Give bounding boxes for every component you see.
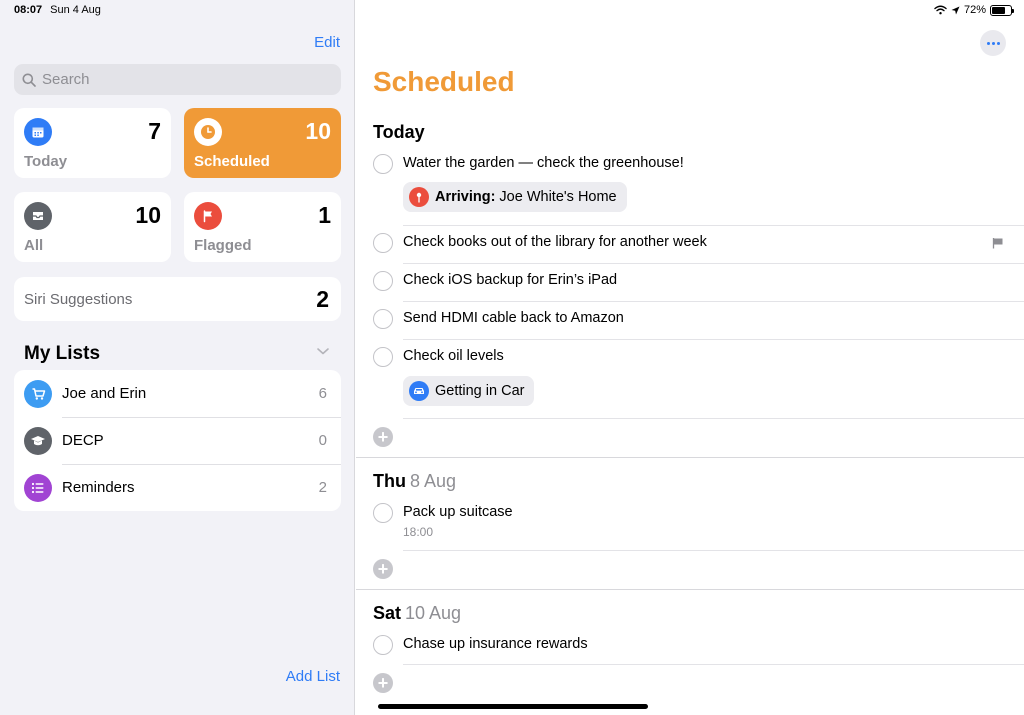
complete-checkbox[interactable] — [373, 154, 393, 174]
calendar-icon — [24, 118, 52, 146]
scheduled-label: Scheduled — [194, 153, 270, 170]
smart-list-scheduled[interactable]: 10 Scheduled — [184, 108, 341, 178]
more-dot — [996, 41, 1000, 45]
list-count: 2 — [318, 479, 327, 496]
divider — [403, 550, 1024, 551]
complete-checkbox[interactable] — [373, 309, 393, 329]
divider — [403, 263, 1024, 264]
status-time: 08:07 — [14, 4, 43, 16]
today-count: 7 — [148, 118, 161, 144]
battery-icon — [990, 4, 1014, 16]
today-label: Today — [24, 153, 68, 170]
section-day: Sat — [373, 603, 402, 623]
reminder-title: Water the garden — check the greenhouse! — [403, 155, 684, 171]
edit-button[interactable]: Edit — [314, 34, 340, 51]
battery-percent: 72% — [963, 4, 986, 16]
section-header-today: Today — [373, 122, 425, 143]
reminder-title: Check iOS backup for Erin’s iPad — [403, 272, 618, 288]
my-lists-heading: My Lists — [24, 343, 101, 364]
list-item-decp[interactable]: DECP 0 — [14, 417, 341, 464]
complete-checkbox[interactable] — [373, 503, 393, 523]
search-field[interactable]: Search — [14, 64, 341, 95]
flag-icon — [992, 238, 1003, 249]
status-bar-right: 72% — [934, 4, 1014, 16]
section-divider — [356, 457, 1024, 458]
list-item-joe-and-erin[interactable]: Joe and Erin 6 — [14, 370, 341, 417]
search-placeholder: Search — [42, 71, 90, 88]
scheduled-count: 10 — [305, 118, 331, 144]
wifi-icon — [934, 5, 947, 15]
status-bar-left: 08:07 Sun 4 Aug — [14, 4, 101, 16]
list-count: 0 — [318, 432, 327, 449]
add-list-button[interactable]: Add List — [286, 668, 340, 685]
list-name: DECP — [62, 432, 104, 449]
add-reminder-button[interactable]: + — [373, 427, 393, 447]
my-lists: Joe and Erin 6 DECP 0 Reminders 2 — [14, 370, 341, 511]
more-dot — [991, 41, 995, 45]
complete-checkbox[interactable] — [373, 233, 393, 253]
graduation-cap-icon — [24, 426, 52, 455]
section-divider — [356, 589, 1024, 590]
pill-label: Joe White's Home — [499, 189, 617, 205]
divider — [403, 339, 1024, 340]
location-trigger-pill[interactable]: Arriving: Joe White's Home — [403, 182, 627, 212]
smart-list-all[interactable]: 10 All — [14, 192, 171, 262]
section-date: 10 Aug — [405, 603, 462, 623]
list-icon — [24, 473, 52, 502]
complete-checkbox[interactable] — [373, 347, 393, 367]
more-options-button[interactable] — [980, 30, 1006, 56]
flagged-count: 1 — [318, 202, 331, 228]
chevron-down-icon[interactable] — [316, 346, 330, 356]
smart-list-flagged[interactable]: 1 Flagged — [184, 192, 341, 262]
clock-icon — [194, 118, 222, 146]
home-indicator[interactable] — [378, 704, 648, 709]
section-header-thu: Thu 8 Aug — [373, 471, 456, 492]
complete-checkbox[interactable] — [373, 271, 393, 291]
complete-checkbox[interactable] — [373, 635, 393, 655]
divider — [403, 225, 1024, 226]
search-icon — [22, 73, 36, 87]
flagged-label: Flagged — [194, 237, 252, 254]
reminder-title: Chase up insurance rewards — [403, 636, 588, 652]
section-day: Today — [373, 122, 425, 142]
location-pin-icon — [409, 187, 429, 207]
main-content: 72% Scheduled Today Water the garden — c… — [356, 0, 1024, 715]
reminder-title: Pack up suitcase — [403, 504, 513, 520]
car-icon — [409, 381, 429, 401]
add-reminder-button[interactable]: + — [373, 559, 393, 579]
list-count: 6 — [318, 385, 327, 402]
section-date: 8 Aug — [410, 471, 457, 491]
section-day: Thu — [373, 471, 406, 491]
flag-icon — [194, 202, 222, 230]
car-trigger-pill[interactable]: Getting in Car — [403, 376, 535, 406]
reminder-title: Send HDMI cable back to Amazon — [403, 310, 624, 326]
siri-suggestions-count: 2 — [316, 286, 329, 312]
more-dot — [986, 41, 990, 45]
reminder-title: Check books out of the library for anoth… — [403, 234, 707, 250]
tray-icon — [24, 202, 52, 230]
siri-suggestions-label: Siri Suggestions — [24, 291, 133, 308]
list-name: Joe and Erin — [62, 385, 147, 402]
pill-label-bold: Arriving: — [435, 189, 496, 205]
section-header-sat: Sat 10 Aug — [373, 603, 461, 624]
pill-label: Getting in Car — [435, 383, 525, 399]
smart-list-today[interactable]: 7 Today — [14, 108, 171, 178]
add-reminder-button[interactable]: + — [373, 673, 393, 693]
cart-icon — [24, 379, 52, 408]
reminder-title: Check oil levels — [403, 348, 504, 364]
divider — [403, 418, 1024, 419]
reminder-time: 18:00 — [403, 525, 434, 539]
page-title: Scheduled — [373, 66, 515, 97]
sidebar: 08:07 Sun 4 Aug Edit Search 7 Today 10 S… — [0, 0, 355, 715]
list-item-reminders[interactable]: Reminders 2 — [14, 464, 341, 511]
divider — [403, 301, 1024, 302]
list-name: Reminders — [62, 479, 135, 496]
siri-suggestions[interactable]: Siri Suggestions 2 — [14, 277, 341, 321]
all-label: All — [24, 237, 44, 254]
status-date: Sun 4 Aug — [50, 4, 101, 16]
location-arrow-icon — [951, 6, 960, 14]
all-count: 10 — [135, 202, 161, 228]
divider — [403, 664, 1024, 665]
